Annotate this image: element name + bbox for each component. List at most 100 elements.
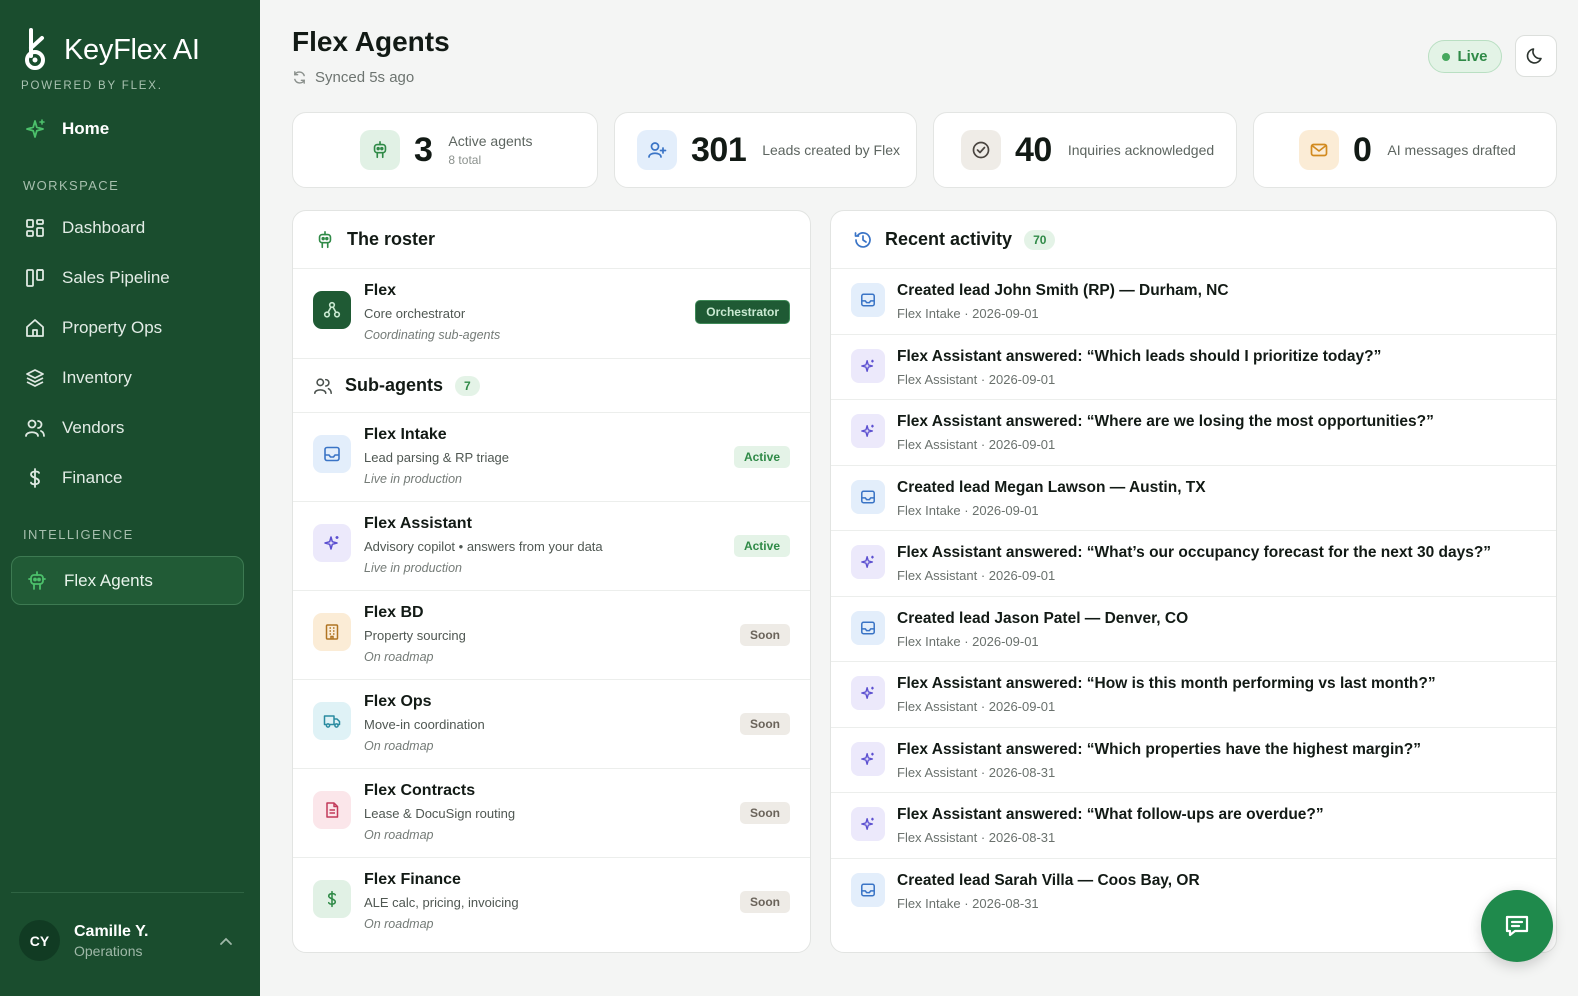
robot-icon: [318, 230, 332, 248]
activity-date: 2026-08-31: [972, 895, 1039, 911]
stat-label: Inquiries acknowledged: [1067, 142, 1215, 158]
agent-name: Flex Intake: [364, 426, 447, 443]
roster-title: The roster: [347, 229, 436, 249]
live-label: Live: [1457, 48, 1488, 65]
moon-icon: [1526, 48, 1542, 64]
activity-item[interactable]: Flex Assistant answered: “Which properti…: [831, 728, 1556, 793]
activity-source: Flex Assistant: [897, 830, 978, 845]
sidebar-item-finance[interactable]: Finance: [24, 467, 122, 489]
sidebar-item-vendors[interactable]: Vendors: [24, 417, 124, 439]
dollar-icon: [313, 880, 351, 918]
users-icon: [314, 377, 332, 394]
agent-description: Move-in coordination: [364, 717, 485, 732]
activity-title: Created lead Sarah Villa — Coos Bay, OR: [897, 871, 1200, 889]
sparkle-icon: [26, 119, 45, 138]
activity-item[interactable]: Flex Assistant answered: “What follow-up…: [831, 793, 1556, 859]
sidebar-item-inventory[interactable]: Inventory: [24, 367, 132, 389]
agent-name: Flex BD: [364, 604, 424, 621]
user-menu[interactable]: CY Camille Y. Operations: [19, 920, 148, 961]
sidebar-item-home[interactable]: Home: [24, 118, 109, 140]
brand-name: KeyFlex AI: [64, 33, 200, 66]
agent-name: Flex Ops: [364, 693, 432, 710]
activity-item[interactable]: Created lead Megan Lawson — Austin, TX Fl…: [831, 466, 1556, 531]
activity-title: Created lead Megan Lawson — Austin, TX: [897, 478, 1206, 496]
activity-source: Flex Assistant: [897, 371, 978, 387]
sidebar-item-flex-agents[interactable]: Flex Agents: [11, 556, 244, 605]
activity-meta: Flex Assistant · 2026-09-01: [897, 568, 1055, 583]
activity-panel: Recent activity 70 Created lead John Smi…: [830, 210, 1557, 953]
agent-row-flex-intake[interactable]: Flex Intake Lead parsing & RP triage Liv…: [293, 413, 810, 502]
agent-row-flex-finance[interactable]: Flex Finance ALE calc, pricing, invoicin…: [293, 858, 810, 947]
live-status-badge: Live: [1428, 40, 1502, 73]
agent-name: Flex Assistant: [364, 515, 472, 532]
activity-item[interactable]: Flex Assistant answered: “How is this mo…: [831, 662, 1556, 728]
activity-list: Created lead John Smith (RP) — Durham, N…: [831, 269, 1556, 924]
agent-description: Lead parsing & RP triage: [364, 450, 510, 465]
activity-title: Flex Assistant answered: “What’s our occ…: [897, 544, 1492, 561]
agent-status: On roadmap: [364, 917, 434, 931]
stat-value: 301: [691, 130, 747, 169]
status-badge: Soon: [740, 891, 790, 913]
chevron-up-icon[interactable]: [218, 934, 234, 950]
orchestrator-row[interactable]: Flex Core orchestrator Coordinating sub-…: [293, 269, 810, 359]
agent-status: On roadmap: [364, 739, 434, 753]
agent-status: Live in production: [364, 561, 462, 575]
activity-title: Flex Assistant answered: “Where are we l…: [897, 413, 1434, 430]
sub-agents-count: 7: [455, 375, 480, 396]
chat-button[interactable]: [1481, 890, 1553, 962]
activity-source: Flex Assistant: [897, 437, 978, 452]
activity-source: Flex Assistant: [897, 568, 978, 583]
sparkle-icon: [851, 676, 885, 710]
brand-tagline: POWERED BY FLEX.: [21, 80, 163, 92]
brand[interactable]: KeyFlex AI: [22, 28, 200, 72]
sync-status-text: Synced 5s ago: [315, 69, 415, 86]
sidebar-item-label: Home: [62, 119, 110, 138]
activity-meta: Flex Intake · 2026-08-31: [897, 896, 1039, 911]
activity-date: 2026-09-01: [988, 568, 1056, 583]
sidebar-item-sales-pipeline[interactable]: Sales Pipeline: [24, 267, 170, 289]
stat-card-inquiries: 40 Inquiries acknowledged: [933, 112, 1237, 188]
roster-panel: The roster Flex Core orchestrator Coordi…: [292, 210, 811, 953]
agent-description: Core orchestrator: [364, 306, 466, 321]
activity-item[interactable]: Created lead Jason Patel — Denver, CO Fle…: [831, 597, 1556, 662]
sidebar-item-label: Flex Agents: [64, 570, 153, 590]
sidebar-item-property-ops[interactable]: Property Ops: [24, 317, 162, 339]
agent-status: Coordinating sub-agents: [364, 328, 501, 342]
stat-label: Leads created by Flex: [762, 142, 900, 158]
agent-row-flex-bd[interactable]: Flex BD Property sourcing On roadmap Soo…: [293, 591, 810, 680]
stat-label: Active agents: [448, 133, 533, 149]
activity-title: Flex Assistant answered: “Which properti…: [897, 740, 1421, 758]
sparkle-icon: [851, 741, 885, 776]
meta-separator: ·: [977, 371, 989, 387]
activity-item[interactable]: Created lead Sarah Villa — Coos Bay, OR F…: [831, 859, 1556, 925]
activity-meta: Flex Assistant · 2026-09-01: [897, 699, 1055, 714]
keyflex-logo-icon: [22, 28, 52, 72]
activity-item[interactable]: Flex Assistant answered: “Which leads sh…: [831, 335, 1556, 400]
activity-item[interactable]: Flex Assistant answered: “What’s our occ…: [831, 531, 1556, 597]
sidebar-divider: [11, 892, 244, 893]
mail-icon: [1299, 130, 1339, 170]
theme-toggle-button[interactable]: [1515, 35, 1557, 77]
meta-separator: ·: [960, 633, 973, 649]
house-icon: [26, 319, 44, 337]
sidebar-item-label: Sales Pipeline: [62, 268, 170, 287]
status-badge: Soon: [740, 802, 790, 824]
sidebar: KeyFlex AI POWERED BY FLEX. Home WORKSPA…: [0, 0, 260, 996]
agent-row-flex-contracts[interactable]: Flex Contracts Lease & DocuSign routing …: [293, 769, 810, 858]
agent-row-flex-ops[interactable]: Flex Ops Move-in coordination On roadmap…: [293, 680, 810, 769]
activity-item[interactable]: Created lead John Smith (RP) — Durham, N…: [831, 269, 1556, 335]
orchestrator-badge: Orchestrator: [695, 300, 790, 324]
status-badge: Soon: [740, 624, 790, 646]
activity-source: Flex Intake: [897, 306, 961, 321]
workspace-section-label: WORKSPACE: [23, 178, 120, 193]
agent-description: ALE calc, pricing, invoicing: [364, 895, 519, 910]
robot-icon: [360, 130, 400, 170]
activity-meta: Flex Assistant · 2026-09-01: [897, 437, 1055, 452]
activity-date: 2026-09-01: [988, 437, 1056, 452]
sparkle-icon: [851, 545, 885, 579]
agent-row-flex-assistant[interactable]: Flex Assistant Advisory copilot • answer…: [293, 502, 810, 591]
activity-item[interactable]: Flex Assistant answered: “Where are we l…: [831, 400, 1556, 466]
agent-name: Flex: [364, 282, 397, 299]
sidebar-item-dashboard[interactable]: Dashboard: [24, 217, 145, 239]
sub-agents-header: Sub-agents 7: [293, 359, 810, 413]
